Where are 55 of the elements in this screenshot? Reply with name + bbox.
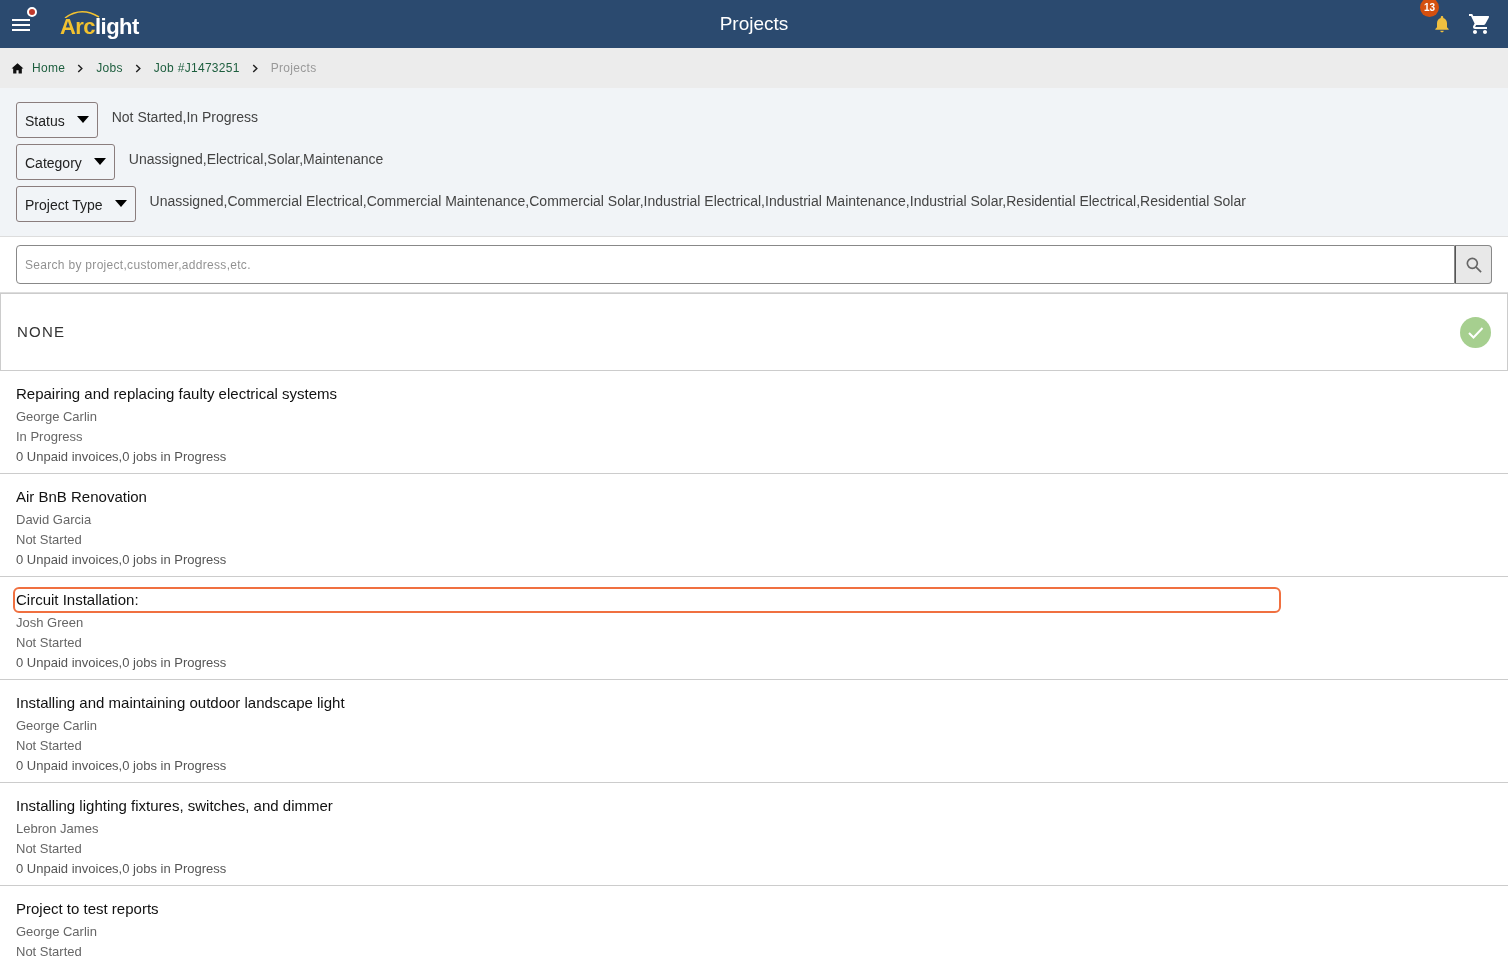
project-status: Not Started — [16, 531, 83, 549]
project-summary: 0 Unpaid invoices,0 jobs in Progress — [16, 448, 228, 466]
filter-value: Unassigned,Electrical,Solar,Maintenance — [128, 149, 384, 169]
customer-name: George Carlin — [16, 717, 98, 735]
dropdown-caret-icon — [114, 200, 127, 207]
project-title: Air BnB Renovation — [15, 487, 148, 507]
chevron-icon — [251, 63, 259, 73]
project-row[interactable]: Circuit Installation: Josh Green Not Started 0 Unpaid invoices,0 jobs in Progress — [0, 577, 1508, 680]
chevron-icon — [77, 63, 85, 73]
chevron-icon — [134, 63, 142, 73]
project-row[interactable]: Project to test reports George Carlin Not Started — [0, 886, 1508, 963]
cart-icon[interactable] — [1468, 12, 1492, 36]
customer-name: George Carlin — [16, 923, 98, 941]
notification-count: 13 — [1420, 0, 1439, 17]
project-row[interactable]: Repairing and replacing faulty electrical systems George Carlin In Progress 0 Unpaid invoices,0 jobs in Progress — [0, 371, 1508, 474]
page-title: Projects — [719, 11, 789, 36]
none-option[interactable]: NONE — [0, 293, 1508, 371]
filter-dropdown[interactable]: Project Type — [16, 186, 136, 222]
filter-dropdown[interactable]: Category — [16, 144, 115, 180]
project-status: Not Started — [16, 737, 83, 755]
breadcrumb-link[interactable]: Jobs — [96, 59, 123, 77]
home-icon — [11, 62, 24, 74]
project-summary: 0 Unpaid invoices,0 jobs in Progress — [16, 757, 228, 775]
bell-icon[interactable] — [1432, 14, 1452, 34]
project-summary: 0 Unpaid invoices,0 jobs in Progress — [16, 551, 228, 569]
project-status: In Progress — [16, 428, 84, 446]
project-summary: 0 Unpaid invoices,0 jobs in Progress — [16, 654, 228, 672]
project-status: Not Started — [16, 943, 83, 961]
search-button[interactable] — [1455, 245, 1492, 284]
filter-value: Not Started,In Progress — [111, 107, 258, 127]
breadcrumb-link[interactable]: Home — [32, 59, 66, 77]
project-title: Installing lighting fixtures, switches, and dimmer — [15, 796, 334, 816]
filter-dropdown[interactable]: Status — [16, 102, 98, 138]
dropdown-caret-icon — [76, 116, 89, 123]
menu-icon[interactable] — [12, 16, 32, 32]
customer-name: Josh Green — [16, 614, 85, 632]
search-field[interactable]: Search by project,customer,address,etc. — [16, 245, 1455, 284]
customer-name: Lebron James — [16, 820, 100, 838]
check-icon — [1460, 316, 1491, 348]
project-status: Not Started — [16, 634, 83, 652]
logo: Arclight — [60, 9, 139, 39]
project-row[interactable]: Installing lighting fixtures, switches, and dimmer Lebron James Not Started 0 Unpaid invoices,0 jobs in Progress — [0, 783, 1508, 886]
project-row[interactable]: Installing and maintaining outdoor landscape light George Carlin Not Started 0 Unpaid invoices,0 jobs in Progress — [0, 680, 1508, 783]
project-title: Installing and maintaining outdoor landscape light — [15, 693, 346, 713]
customer-name: George Carlin — [16, 408, 98, 426]
project-title: Repairing and replacing faulty electrical systems — [15, 384, 338, 404]
breadcrumb-link[interactable]: Job #J1473251 — [153, 59, 240, 77]
dropdown-caret-icon — [93, 158, 106, 165]
project-status: Not Started — [16, 840, 83, 858]
project-summary: 0 Unpaid invoices,0 jobs in Progress — [16, 860, 228, 878]
project-title: Project to test reports — [15, 899, 160, 919]
filter-value: Unassigned,Commercial Electrical,Commercial Maintenance,Commercial Solar,Industrial Electrical,Industrial Maintenance,Industrial Solar,Residential Electrical,Residential Solar — [149, 191, 1246, 211]
project-title: Circuit Installation: — [13, 587, 1281, 613]
customer-name: David Garcia — [16, 511, 93, 529]
project-row[interactable]: Air BnB Renovation David Garcia Not Started 0 Unpaid invoices,0 jobs in Progress — [0, 474, 1508, 577]
